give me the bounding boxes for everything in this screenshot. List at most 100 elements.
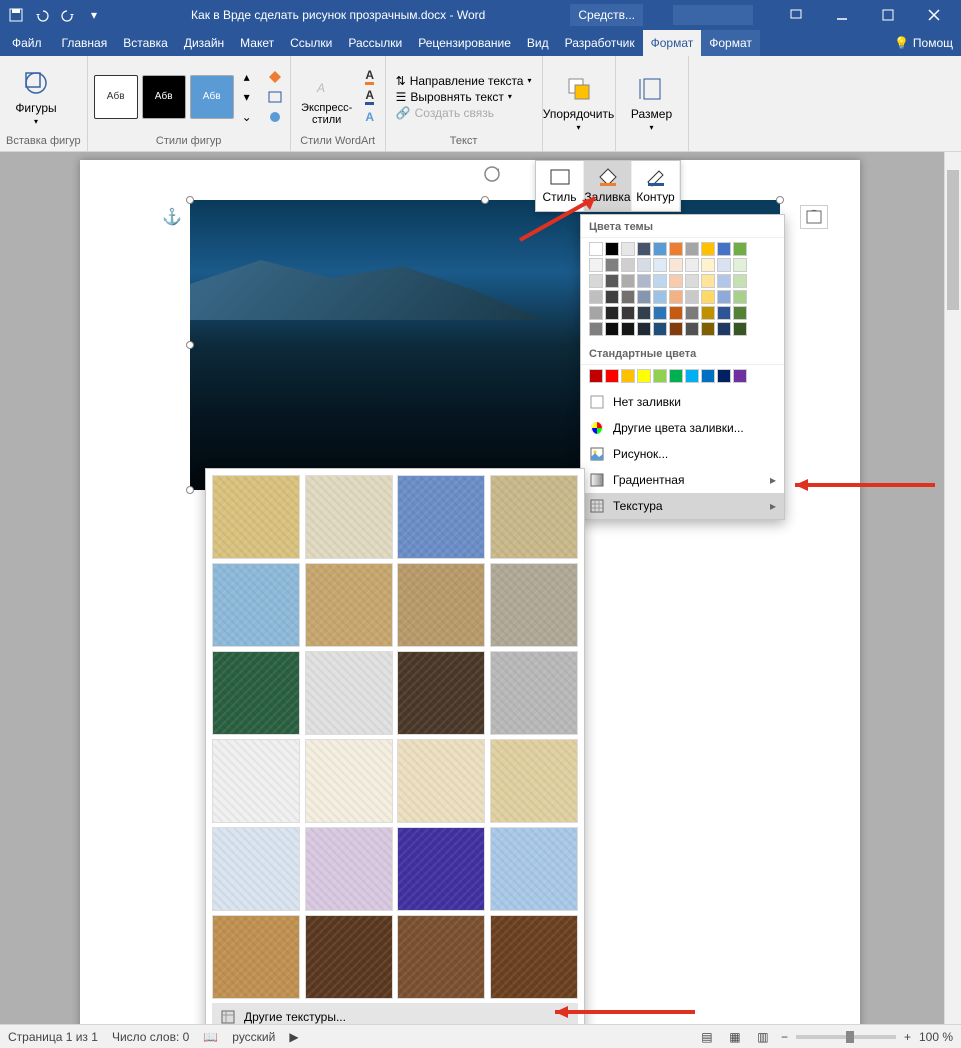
shape-outline-button[interactable] bbox=[266, 88, 284, 106]
shape-style-gallery[interactable]: Абв Абв Абв ▴ ▾ ⌄ bbox=[94, 68, 256, 126]
color-swatch[interactable] bbox=[621, 369, 635, 383]
texture-swatch[interactable] bbox=[305, 563, 393, 647]
color-swatch[interactable] bbox=[637, 290, 651, 304]
tab-layout[interactable]: Макет bbox=[232, 30, 282, 56]
color-swatch[interactable] bbox=[685, 306, 699, 320]
spell-check-icon[interactable]: 📖 bbox=[203, 1030, 218, 1044]
resize-handle[interactable] bbox=[186, 341, 194, 349]
text-outline-button[interactable]: A bbox=[361, 88, 379, 106]
page-indicator[interactable]: Страница 1 из 1 bbox=[8, 1030, 98, 1044]
color-swatch[interactable] bbox=[605, 322, 619, 336]
gallery-down-icon[interactable]: ▾ bbox=[238, 88, 256, 106]
rotate-handle[interactable] bbox=[483, 165, 501, 183]
color-swatch[interactable] bbox=[653, 369, 667, 383]
color-swatch[interactable] bbox=[701, 242, 715, 256]
color-swatch[interactable] bbox=[589, 258, 603, 272]
color-swatch[interactable] bbox=[637, 306, 651, 320]
minimize-button[interactable] bbox=[819, 1, 865, 29]
color-swatch[interactable] bbox=[653, 290, 667, 304]
color-swatch[interactable] bbox=[733, 306, 747, 320]
color-swatch[interactable] bbox=[621, 258, 635, 272]
tab-view[interactable]: Вид bbox=[519, 30, 557, 56]
no-fill-item[interactable]: Нет заливки bbox=[581, 389, 784, 415]
color-swatch[interactable] bbox=[653, 306, 667, 320]
tab-file[interactable]: Файл bbox=[0, 30, 54, 56]
tell-me[interactable]: 💡Помощ bbox=[886, 36, 961, 50]
resize-handle[interactable] bbox=[186, 486, 194, 494]
color-swatch[interactable] bbox=[717, 258, 731, 272]
color-swatch[interactable] bbox=[701, 274, 715, 288]
zoom-level[interactable]: 100 % bbox=[919, 1030, 953, 1044]
zoom-out-button[interactable]: − bbox=[781, 1030, 788, 1044]
color-swatch[interactable] bbox=[717, 369, 731, 383]
color-swatch[interactable] bbox=[701, 258, 715, 272]
text-fill-button[interactable]: A bbox=[361, 68, 379, 86]
layout-options-button[interactable] bbox=[800, 205, 828, 229]
texture-swatch[interactable] bbox=[212, 563, 300, 647]
color-swatch[interactable] bbox=[637, 258, 651, 272]
color-swatch[interactable] bbox=[637, 322, 651, 336]
language-indicator[interactable]: русский bbox=[232, 1030, 275, 1044]
color-swatch[interactable] bbox=[605, 242, 619, 256]
picture-fill-item[interactable]: Рисунок... bbox=[581, 441, 784, 467]
texture-swatch[interactable] bbox=[305, 651, 393, 735]
color-swatch[interactable] bbox=[717, 274, 731, 288]
quick-styles-button[interactable]: A Экспресс-стили bbox=[297, 60, 357, 134]
color-swatch[interactable] bbox=[733, 242, 747, 256]
color-swatch[interactable] bbox=[621, 290, 635, 304]
color-swatch[interactable] bbox=[701, 369, 715, 383]
print-layout-button[interactable]: ▦ bbox=[725, 1028, 745, 1046]
color-swatch[interactable] bbox=[653, 242, 667, 256]
color-swatch[interactable] bbox=[605, 290, 619, 304]
resize-handle[interactable] bbox=[186, 196, 194, 204]
texture-swatch[interactable] bbox=[397, 827, 485, 911]
resize-handle[interactable] bbox=[776, 196, 784, 204]
gallery-more-icon[interactable]: ⌄ bbox=[238, 108, 256, 126]
texture-swatch[interactable] bbox=[490, 475, 578, 559]
texture-swatch[interactable] bbox=[397, 563, 485, 647]
vertical-scrollbar[interactable] bbox=[944, 152, 961, 1024]
color-swatch[interactable] bbox=[717, 306, 731, 320]
texture-swatch[interactable] bbox=[305, 475, 393, 559]
color-swatch[interactable] bbox=[605, 258, 619, 272]
color-swatch[interactable] bbox=[589, 274, 603, 288]
texture-swatch[interactable] bbox=[305, 915, 393, 999]
text-effects-button[interactable]: A bbox=[361, 108, 379, 126]
color-swatch[interactable] bbox=[589, 242, 603, 256]
texture-swatch[interactable] bbox=[305, 827, 393, 911]
shape-effects-button[interactable] bbox=[266, 108, 284, 126]
color-swatch[interactable] bbox=[733, 274, 747, 288]
align-text-button[interactable]: ☰Выровнять текст▾ bbox=[396, 90, 532, 104]
color-swatch[interactable] bbox=[701, 306, 715, 320]
macro-indicator[interactable]: ▶ bbox=[289, 1030, 298, 1044]
save-button[interactable] bbox=[4, 3, 28, 27]
color-swatch[interactable] bbox=[605, 369, 619, 383]
style-preset-2[interactable]: Абв bbox=[142, 75, 186, 119]
texture-swatch[interactable] bbox=[212, 475, 300, 559]
ribbon-display-button[interactable] bbox=[773, 1, 819, 29]
mini-outline-button[interactable]: Контур bbox=[632, 161, 680, 211]
qat-customize-icon[interactable]: ▾ bbox=[82, 3, 106, 27]
color-swatch[interactable] bbox=[685, 242, 699, 256]
arrange-button[interactable]: Упорядочить▾ bbox=[549, 66, 609, 140]
texture-swatch[interactable] bbox=[212, 827, 300, 911]
create-link-button[interactable]: 🔗Создать связь bbox=[396, 106, 532, 120]
texture-swatch[interactable] bbox=[490, 827, 578, 911]
more-colors-item[interactable]: Другие цвета заливки... bbox=[581, 415, 784, 441]
tab-review[interactable]: Рецензирование bbox=[410, 30, 519, 56]
texture-swatch[interactable] bbox=[490, 739, 578, 823]
texture-swatch[interactable] bbox=[490, 915, 578, 999]
word-count[interactable]: Число слов: 0 bbox=[112, 1030, 189, 1044]
tab-home[interactable]: Главная bbox=[54, 30, 116, 56]
color-swatch[interactable] bbox=[685, 258, 699, 272]
maximize-button[interactable] bbox=[865, 1, 911, 29]
color-swatch[interactable] bbox=[669, 258, 683, 272]
gradient-fill-item[interactable]: Градиентная▸ bbox=[581, 467, 784, 493]
color-swatch[interactable] bbox=[685, 322, 699, 336]
mini-style-button[interactable]: Стиль bbox=[536, 161, 584, 211]
color-swatch[interactable] bbox=[621, 306, 635, 320]
undo-button[interactable] bbox=[30, 3, 54, 27]
zoom-slider[interactable] bbox=[796, 1035, 896, 1039]
texture-swatch[interactable] bbox=[212, 739, 300, 823]
color-swatch[interactable] bbox=[589, 322, 603, 336]
